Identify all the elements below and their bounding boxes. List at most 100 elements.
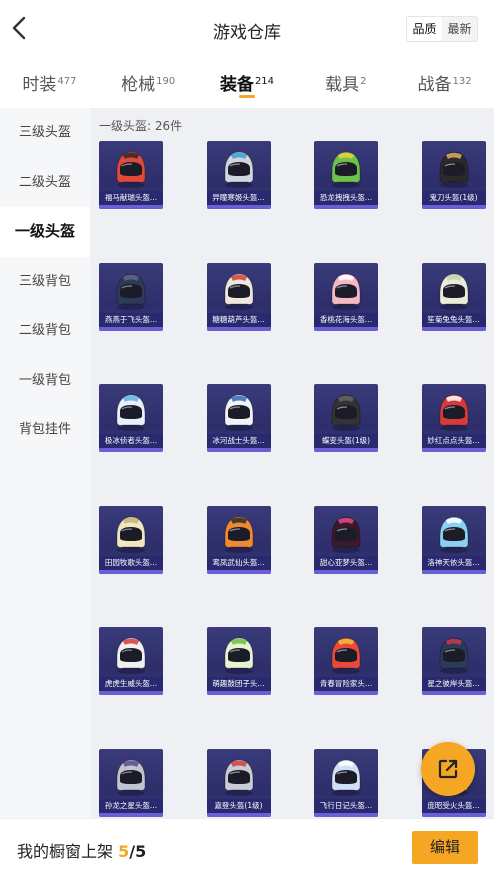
item-card[interactable]: 蝶变头盔(1级) [314, 384, 378, 452]
tab-label: 时装 [22, 75, 57, 95]
item-name: 蝶变头盔(1级) [314, 434, 378, 448]
item-card[interactable]: 笙菊兔兔头盔... [421, 262, 486, 331]
sidebar-item-6[interactable]: 背包挂件 [0, 405, 90, 455]
helmet-icon [439, 637, 468, 674]
helmet-icon [439, 273, 468, 310]
helmet-icon [331, 759, 361, 796]
sidebar-item-5[interactable]: 一级背包 [0, 356, 90, 406]
tab-1[interactable]: 枪械190 [99, 62, 198, 108]
item-card[interactable]: 虎虎生威头盔... [99, 627, 163, 695]
rarity-bar [206, 569, 271, 574]
rarity-bar [421, 691, 486, 695]
item-card[interactable]: 甜心亚梦头盔... [314, 505, 378, 574]
item-name: 星之彼岸头盔... [421, 677, 486, 691]
rarity-bar [206, 205, 271, 209]
tab-4[interactable]: 战备132 [395, 62, 494, 108]
item-card[interactable]: 萌趣鼓团子头... [206, 627, 271, 695]
rarity-bar [314, 691, 378, 695]
tab-count: 214 [254, 75, 275, 87]
item-card[interactable]: 福马献瑞头盔... [99, 141, 163, 209]
helmet-icon [224, 394, 253, 431]
item-name: 萌趣鼓团子头... [206, 677, 271, 691]
item-card[interactable]: 田园牧歌头盔... [99, 505, 163, 574]
tab-count: 132 [452, 75, 472, 87]
helmet-icon [439, 516, 468, 553]
helmet-icon [331, 151, 361, 188]
rarity-bar [99, 812, 163, 817]
rarity-bar [314, 812, 378, 817]
rarity-bar [314, 205, 378, 209]
item-card[interactable]: 飞行日记头盔... [314, 748, 378, 817]
rarity-bar [314, 569, 378, 574]
sort-option-quality[interactable]: 品质 [407, 17, 442, 41]
sidebar-item-0[interactable]: 三级头盔 [0, 108, 90, 158]
item-card[interactable]: 孙龙之星头盔... [99, 748, 163, 817]
helmet-icon [224, 151, 253, 188]
item-name: 冰河战士头盔... [206, 434, 271, 448]
showcase-label: 我的橱窗上架 [17, 842, 114, 861]
helmet-icon [331, 516, 361, 553]
rarity-bar [421, 205, 486, 209]
category-tabs: 时装477 枪械190 装备214 载具2 战备132 [0, 62, 494, 108]
helmet-icon [116, 516, 146, 553]
item-card[interactable]: 恐龙拽拽头盔... [314, 141, 378, 209]
item-card[interactable]: 妙红点点头盔... [421, 384, 486, 452]
helmet-icon [331, 273, 361, 310]
item-card[interactable]: 糖糖葫芦头盔... [206, 262, 271, 331]
item-name: 糖糖葫芦头盔... [206, 312, 271, 327]
item-name: 笙菊兔兔头盔... [421, 312, 486, 327]
sidebar-item-2[interactable]: 一级头盔 [0, 207, 90, 257]
item-name: 田园牧歌头盔... [99, 555, 163, 570]
rarity-bar [421, 569, 486, 574]
sidebar-item-1[interactable]: 二级头盔 [0, 158, 90, 208]
item-name: 庞昭受火头盔... [421, 798, 486, 813]
item-name: 嘉登头盔(1级) [206, 798, 271, 813]
helmet-icon [224, 637, 253, 674]
rarity-bar [206, 812, 271, 817]
helmet-icon [331, 637, 361, 674]
item-card[interactable]: 极冰侦者头盔... [99, 384, 163, 452]
tab-0[interactable]: 时装477 [0, 62, 99, 108]
sidebar-item-3[interactable]: 三级背包 [0, 257, 90, 307]
tab-label: 枪械 [121, 75, 156, 95]
share-button[interactable] [421, 742, 475, 796]
helmet-icon [116, 759, 146, 796]
rarity-bar [99, 205, 163, 209]
sort-toggle[interactable]: 品质 最新 [406, 16, 478, 42]
item-card[interactable]: 香桃花海头盔... [314, 262, 378, 331]
item-card[interactable]: 异瞳寒姬头盔... [206, 141, 271, 209]
item-name: 妙红点点头盔... [421, 434, 486, 448]
item-card[interactable]: 冰河战士头盔... [206, 384, 271, 452]
item-name: 香桃花海头盔... [314, 312, 378, 327]
showcase-status: 我的橱窗上架 5/5 [17, 838, 146, 862]
tab-2[interactable]: 装备214 [198, 62, 297, 108]
item-name: 鬼刀头盔(1级) [421, 191, 486, 205]
item-card[interactable]: 青春冒险家头... [314, 627, 378, 695]
item-name: 鸾凤武仙头盔... [206, 555, 271, 570]
item-card[interactable]: 鬼刀头盔(1级) [421, 141, 486, 209]
helmet-icon [116, 394, 146, 431]
item-name: 福马献瑞头盔... [99, 191, 163, 205]
helmet-icon [224, 516, 253, 553]
item-name: 虎虎生威头盔... [99, 677, 163, 691]
sort-option-latest[interactable]: 最新 [442, 17, 477, 41]
showcase-count-current: 5 [118, 842, 130, 861]
rarity-bar [99, 569, 163, 574]
tab-3[interactable]: 载具2 [296, 62, 395, 108]
item-card[interactable]: 星之彼岸头盔... [421, 627, 486, 695]
helmet-icon [116, 151, 146, 188]
tab-label: 载具 [325, 75, 360, 95]
item-card[interactable]: 嘉登头盔(1级) [206, 748, 271, 817]
rarity-bar [99, 326, 163, 331]
edit-button[interactable]: 编辑 [412, 831, 478, 864]
sidebar-item-4[interactable]: 二级背包 [0, 306, 90, 356]
helmet-icon [116, 637, 146, 674]
sidebar: 三级头盔 二级头盔 一级头盔 三级背包 二级背包 一级背包 背包挂件 [0, 108, 90, 818]
item-card[interactable]: 鸾凤武仙头盔... [206, 505, 271, 574]
item-name: 恐龙拽拽头盔... [314, 191, 378, 205]
section-title: 一级头盔: 26件 [99, 119, 183, 133]
rarity-bar [99, 448, 163, 452]
item-card[interactable]: 洛神天依头盔... [421, 505, 486, 574]
item-card[interactable]: 燕燕于飞头盔... [99, 262, 163, 331]
tab-label: 战备 [417, 75, 452, 95]
